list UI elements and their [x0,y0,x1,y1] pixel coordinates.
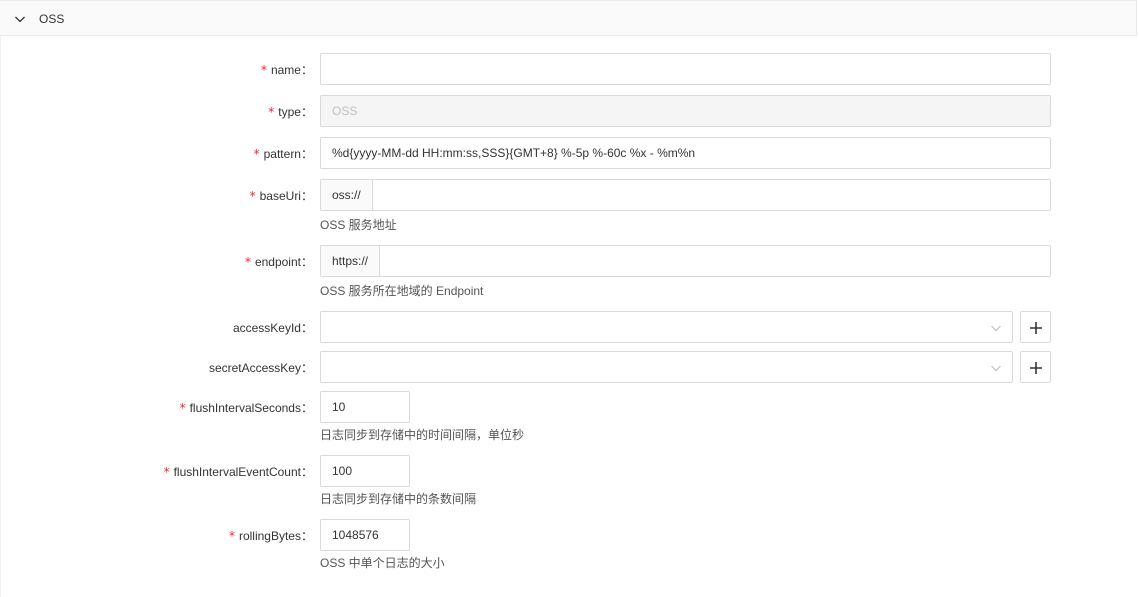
chevron-down-icon [991,325,1001,332]
baseUri-label: * baseUri： [249,189,313,203]
type-input: OSS [320,95,1051,127]
endpoint-prefix: https:// [321,246,381,276]
add-secretAccessKey-button[interactable] [1020,351,1051,383]
accessKeyId-select[interactable] [320,311,1013,343]
flushIntervalSeconds-help: 日志同步到存储中的时间间隔，单位秒 [320,428,525,442]
add-accessKeyId-button[interactable] [1020,311,1051,343]
rollingBytes-label: * rollingBytes： [228,529,313,543]
chevron-down-icon [15,16,25,23]
secretAccessKey-label: secretAccessKey： [208,361,313,375]
type-label: * type： [268,105,313,119]
baseUri-help: OSS 服务地址 [320,218,397,232]
baseUri-prefix: oss:// [321,180,373,210]
endpoint-input-group: https:// [320,245,1051,277]
flushIntervalEventCount-label: * flushIntervalEventCount： [163,465,313,479]
endpoint-help: OSS 服务所在地域的 Endpoint [320,284,484,298]
plus-icon [1030,362,1042,374]
collapse-panel-header[interactable]: OSS [0,0,1137,36]
chevron-down-icon [991,365,1001,372]
baseUri-input[interactable] [373,180,1050,210]
flushIntervalSeconds-label: * flushIntervalSeconds： [179,401,313,415]
flushIntervalEventCount-help: 日志同步到存储中的条数间隔 [320,492,477,506]
secretAccessKey-select[interactable] [320,351,1013,383]
name-label: * name： [260,63,313,77]
endpoint-input[interactable] [380,246,1050,276]
name-input[interactable] [320,53,1051,85]
pattern-input[interactable]: %d{yyyy-MM-dd HH:mm:ss,SSS}{GMT+8} %-5p … [320,137,1051,169]
accessKeyId-label: accessKeyId： [232,321,313,335]
endpoint-label: * endpoint： [244,255,313,269]
panel-title: OSS [39,12,65,26]
flushIntervalSeconds-input[interactable]: 10 [320,391,410,423]
panel-left-border [0,36,1,597]
flushIntervalEventCount-input[interactable]: 100 [320,455,410,487]
baseUri-input-group: oss:// [320,179,1051,211]
rollingBytes-help: OSS 中单个日志的大小 [320,556,445,570]
rollingBytes-input[interactable]: 1048576 [320,519,410,551]
plus-icon [1030,322,1042,334]
pattern-label: * pattern： [253,147,313,161]
